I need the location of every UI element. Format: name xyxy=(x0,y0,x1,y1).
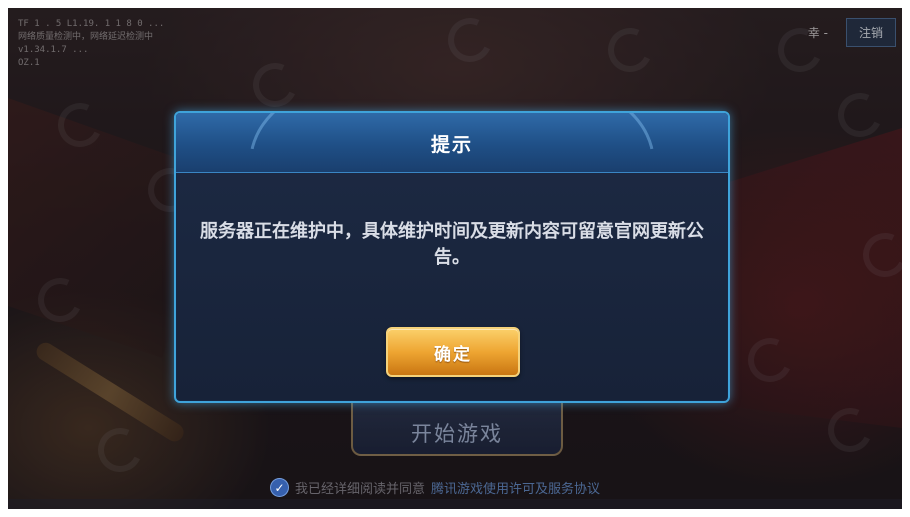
debug-line: 网络质量检测中，网络延迟检测中 xyxy=(18,32,154,42)
agreement-row: ✓ 我已经详细阅读并同意 腾讯游戏使用许可及服务协议 xyxy=(270,478,600,497)
agreement-checkbox[interactable]: ✓ xyxy=(270,478,289,497)
checkmark-icon: ✓ xyxy=(274,480,285,495)
agreement-link[interactable]: 腾讯游戏使用许可及服务协议 xyxy=(431,478,600,497)
logout-button[interactable]: 注销 xyxy=(845,18,896,47)
dialog-title: 提示 xyxy=(430,134,473,156)
dialog-message: 服务器正在维护中，具体维护时间及更新内容可留意官网更新公告。 xyxy=(200,221,704,268)
debug-line: OZ.1 xyxy=(18,58,40,68)
top-right-controls: 幸 - 注销 xyxy=(800,18,896,47)
user-button[interactable]: 幸 - xyxy=(800,20,836,45)
bottom-bar xyxy=(8,499,902,509)
confirm-button-label: 确定 xyxy=(434,344,472,365)
debug-line: v1.34.1.7 ... xyxy=(18,45,89,55)
debug-line: TF 1 . 5 L1.19. 1 1 8 0 ... xyxy=(18,19,165,29)
dialog-header: 提示 xyxy=(176,113,728,173)
start-game-button[interactable]: 开始游戏 xyxy=(351,400,563,456)
debug-info: TF 1 . 5 L1.19. 1 1 8 0 ... 网络质量检测中，网络延迟… xyxy=(18,18,164,70)
start-game-label: 开始游戏 xyxy=(411,422,503,446)
agreement-text: 我已经详细阅读并同意 xyxy=(295,482,426,497)
confirm-button[interactable]: 确定 xyxy=(386,327,520,377)
maintenance-dialog: 提示 服务器正在维护中，具体维护时间及更新内容可留意官网更新公告。 确定 xyxy=(174,111,730,403)
